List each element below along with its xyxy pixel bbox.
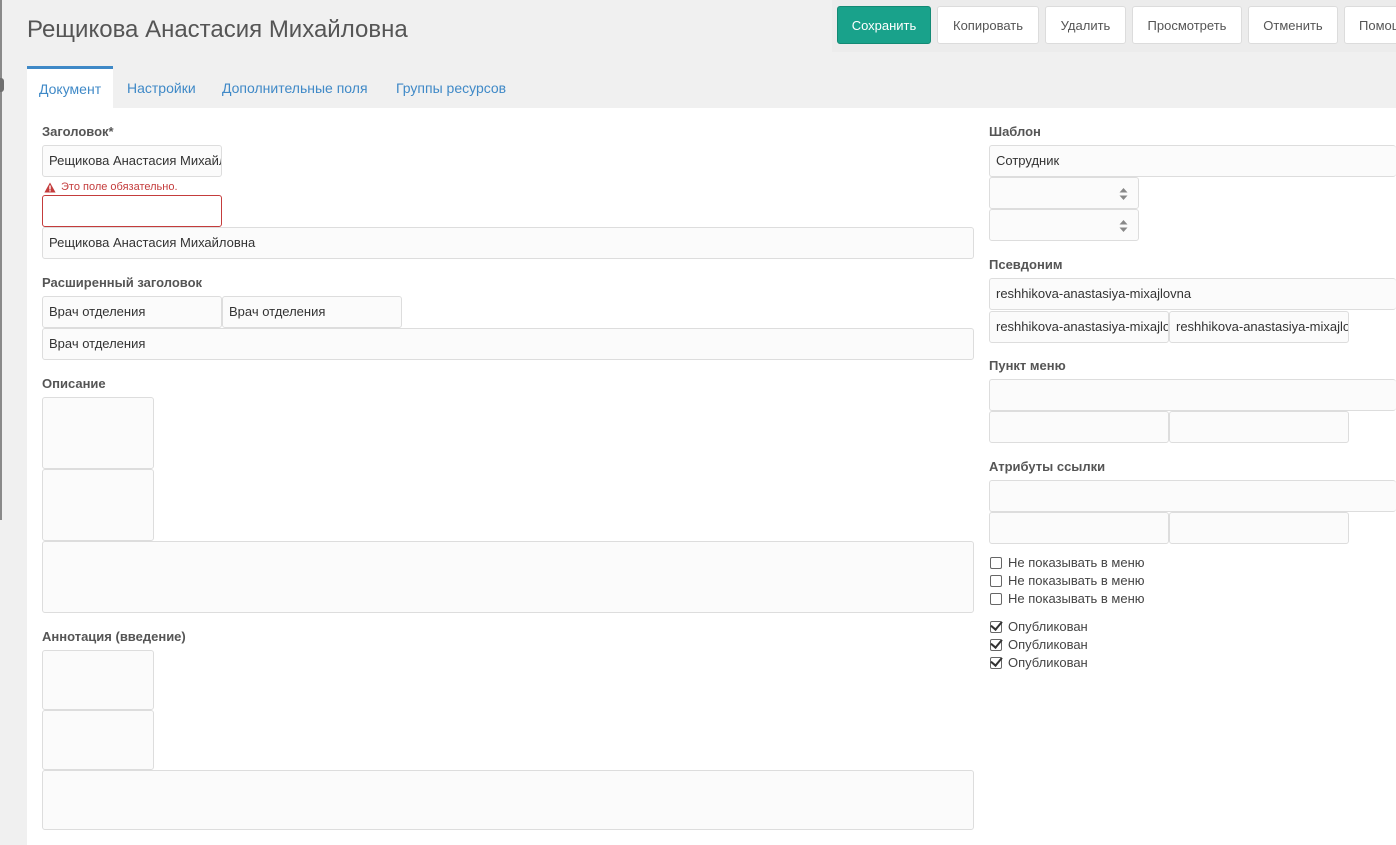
published-label-2: Опубликован <box>1008 637 1088 652</box>
introtext-textarea-1[interactable] <box>42 650 154 710</box>
introtext-textarea-3[interactable] <box>42 770 974 830</box>
hide-menu-checkbox-1[interactable]: Не показывать в меню <box>990 555 1145 570</box>
published-checkbox-1[interactable]: Опубликован <box>990 619 1088 634</box>
hide-menu-checkbox-2[interactable]: Не показывать в меню <box>990 573 1145 588</box>
cancel-button[interactable]: Отменить <box>1248 6 1338 44</box>
longtitle-input-2[interactable]: Врач отделения <box>222 296 402 328</box>
alias-input[interactable]: reshhikova-anastasiya-mixajlovna <box>989 278 1396 310</box>
alias-input-2[interactable]: reshhikova-anastasiya-mixajlovna <box>989 311 1169 343</box>
title-label: Заголовок* <box>42 124 114 139</box>
checkbox-checked-icon[interactable] <box>990 620 1002 633</box>
alias-label: Псевдоним <box>989 257 1063 272</box>
template-select-3[interactable] <box>989 209 1139 241</box>
tab-settings[interactable]: Настройки <box>115 66 208 108</box>
page-title: Рещикова Анастасия Михайловна <box>27 16 408 43</box>
template-select-2[interactable] <box>989 177 1139 209</box>
longtitle-label: Расширенный заголовок <box>42 275 203 290</box>
tab-extra-fields[interactable]: Дополнительные поля <box>210 66 380 108</box>
menu-item-label: Пункт меню <box>989 358 1066 373</box>
published-checkbox-3[interactable]: Опубликован <box>990 655 1088 670</box>
template-select[interactable]: Сотрудник <box>989 145 1396 177</box>
link-attributes-input-3[interactable] <box>1169 512 1349 544</box>
tab-resource-groups[interactable]: Группы ресурсов <box>384 66 518 108</box>
published-checkbox-2[interactable]: Опубликован <box>990 637 1088 652</box>
longtitle-input-3[interactable]: Врач отделения <box>42 328 974 360</box>
description-textarea-1[interactable] <box>42 397 154 469</box>
template-label: Шаблон <box>989 124 1041 139</box>
alias-input-3[interactable]: reshhikova-anastasiya-mixajlovna <box>1169 311 1349 343</box>
help-button[interactable]: Помощь <box>1344 6 1396 44</box>
title-error-message: Это поле обязательно. <box>44 181 178 193</box>
title-error-text: Это поле обязательно. <box>61 181 178 193</box>
introtext-textarea-2[interactable] <box>42 710 154 770</box>
description-label: Описание <box>42 376 106 391</box>
tab-document[interactable]: Документ <box>27 66 114 108</box>
title-required-input[interactable] <box>42 195 222 227</box>
menu-item-input[interactable] <box>989 379 1396 411</box>
link-attributes-input[interactable] <box>989 480 1396 512</box>
warning-icon <box>44 182 56 192</box>
checkbox-icon[interactable] <box>990 592 1002 605</box>
copy-button[interactable]: Копировать <box>937 6 1039 44</box>
checkbox-checked-icon[interactable] <box>990 638 1002 651</box>
description-textarea-2[interactable] <box>42 469 154 541</box>
action-toolbar: Сохранить Копировать Удалить Просмотреть… <box>832 0 1396 52</box>
hide-menu-label-1: Не показывать в меню <box>1008 555 1145 570</box>
sidebar-collapse-handle[interactable] <box>0 78 4 92</box>
updown-arrows-icon <box>1119 220 1128 232</box>
document-panel: Заголовок* Рещикова Анастасия Михайловна… <box>27 108 1396 845</box>
published-label-1: Опубликован <box>1008 619 1088 634</box>
hide-menu-label-3: Не показывать в меню <box>1008 591 1145 606</box>
description-textarea-3[interactable] <box>42 541 974 613</box>
menu-item-input-2[interactable] <box>989 411 1169 443</box>
checkbox-checked-icon[interactable] <box>990 656 1002 669</box>
link-attributes-label: Атрибуты ссылки <box>989 459 1106 474</box>
updown-arrows-icon <box>1119 188 1128 200</box>
title-input[interactable]: Рещикова Анастасия Михайловна <box>42 145 222 177</box>
view-button[interactable]: Просмотреть <box>1132 6 1242 44</box>
checkbox-icon[interactable] <box>990 574 1002 587</box>
introtext-label: Аннотация (введение) <box>42 629 186 644</box>
save-button[interactable]: Сохранить <box>837 6 931 44</box>
published-label-3: Опубликован <box>1008 655 1088 670</box>
checkbox-icon[interactable] <box>990 556 1002 569</box>
hide-menu-checkbox-3[interactable]: Не показывать в меню <box>990 591 1145 606</box>
title-full-input[interactable]: Рещикова Анастасия Михайловна <box>42 227 974 259</box>
menu-item-input-3[interactable] <box>1169 411 1349 443</box>
delete-button[interactable]: Удалить <box>1045 6 1126 44</box>
longtitle-input-1[interactable]: Врач отделения <box>42 296 222 328</box>
hide-menu-label-2: Не показывать в меню <box>1008 573 1145 588</box>
link-attributes-input-2[interactable] <box>989 512 1169 544</box>
